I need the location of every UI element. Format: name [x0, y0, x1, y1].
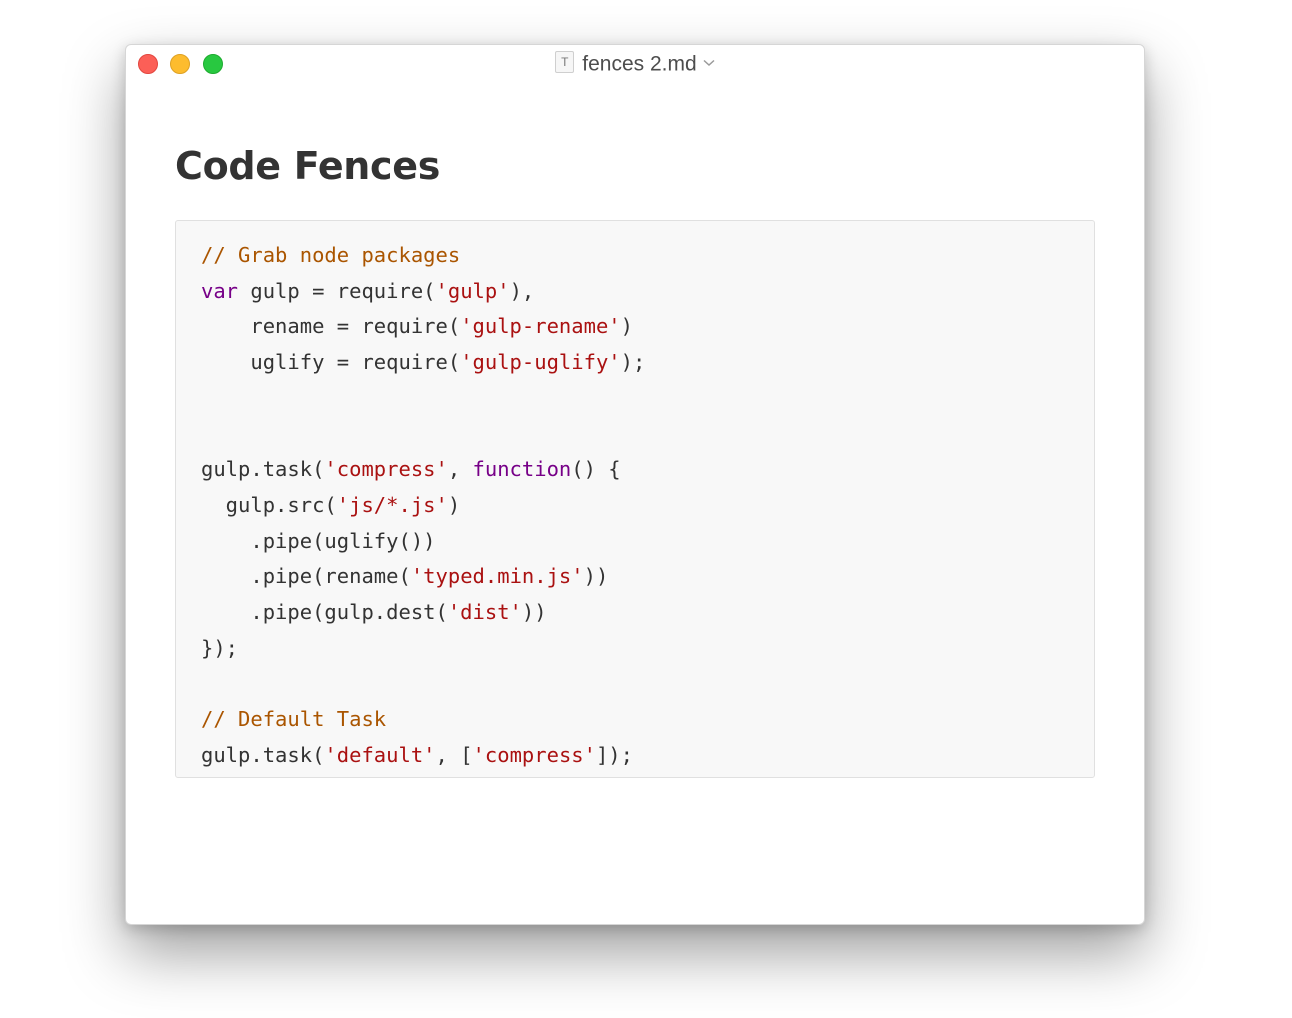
- code-fence[interactable]: // Grab node packages var gulp = require(…: [175, 220, 1095, 778]
- code-token-plain: .pipe(uglify()): [201, 528, 436, 553]
- code-token-plain: gulp.task(: [201, 742, 325, 767]
- code-line: gulp.src('js/*.js'): [201, 488, 1094, 524]
- code-token-plain: )): [583, 564, 609, 589]
- code-token-comment: // Grab node packages: [201, 243, 461, 267]
- code-line: gulp.task('default', ['compress']);: [201, 738, 1094, 774]
- code-token-plain: uglify = require(: [201, 350, 461, 375]
- code-token-plain: )): [521, 599, 547, 624]
- code-token-string: 'gulp-uglify': [460, 350, 621, 375]
- code-token-plain: ]);: [595, 742, 633, 767]
- document-heading[interactable]: Code Fences: [175, 143, 1095, 189]
- code-line: });: [201, 631, 1094, 667]
- code-token-plain: );: [620, 350, 646, 375]
- code-line: .pipe(uglify()): [201, 524, 1094, 560]
- code-line: .pipe(gulp.dest('dist')): [201, 595, 1094, 631]
- code-line: rename = require('gulp-rename'): [201, 309, 1094, 345]
- code-token-plain: () {: [571, 457, 621, 482]
- code-line: uglify = require('gulp-uglify');: [201, 345, 1094, 381]
- code-token-string: 'dist': [447, 599, 522, 624]
- code-line: var gulp = require('gulp'),: [201, 274, 1094, 310]
- code-line: // Grab node packages: [201, 238, 1094, 274]
- code-token-plain: ): [447, 492, 461, 517]
- title-bar[interactable]: Tfences 2.md: [126, 45, 1144, 83]
- code-token-string: 'gulp-rename': [460, 314, 621, 339]
- document-icon: T: [555, 51, 575, 74]
- code-token-comment: // Default Task: [201, 706, 387, 731]
- code-line: .pipe(rename('typed.min.js')): [201, 559, 1094, 595]
- code-line: gulp.task('compress', function() {: [201, 452, 1094, 488]
- code-token-string: 'compress': [324, 457, 448, 482]
- code-token-plain: , [: [435, 742, 473, 767]
- code-token-plain: });: [201, 635, 239, 660]
- code-token-string: 'js/*.js': [336, 492, 448, 517]
- code-token-string: 'default': [324, 742, 436, 767]
- code-token-keyword: function: [472, 457, 572, 482]
- code-token-keyword: var: [201, 278, 239, 303]
- code-line: // Default Task: [201, 702, 1094, 738]
- chevron-down-icon[interactable]: [703, 48, 715, 74]
- window-title-group[interactable]: Tfences 2.md: [126, 51, 1144, 77]
- code-token-plain: .pipe(gulp.dest(: [201, 599, 448, 624]
- code-token-string: 'compress': [472, 742, 596, 767]
- code-token-string: 'gulp': [435, 278, 510, 303]
- code-token-plain: ): [620, 314, 633, 339]
- code-token-plain: gulp = require(: [238, 278, 436, 303]
- document-content[interactable]: Code Fences // Grab node packages var gul…: [175, 143, 1095, 778]
- window-title[interactable]: fences 2.md: [582, 52, 696, 75]
- editor-window: Tfences 2.md Code Fences // Grab node pa…: [125, 44, 1145, 925]
- code-token-string: 'typed.min.js': [410, 564, 584, 589]
- code-token-plain: ,: [447, 457, 473, 482]
- code-token-plain: rename = require(: [201, 314, 461, 339]
- code-token-plain: .pipe(rename(: [201, 564, 411, 589]
- code-token-plain: gulp.task(: [201, 457, 325, 482]
- code-token-plain: gulp.src(: [201, 492, 337, 517]
- code-token-plain: ),: [509, 278, 535, 303]
